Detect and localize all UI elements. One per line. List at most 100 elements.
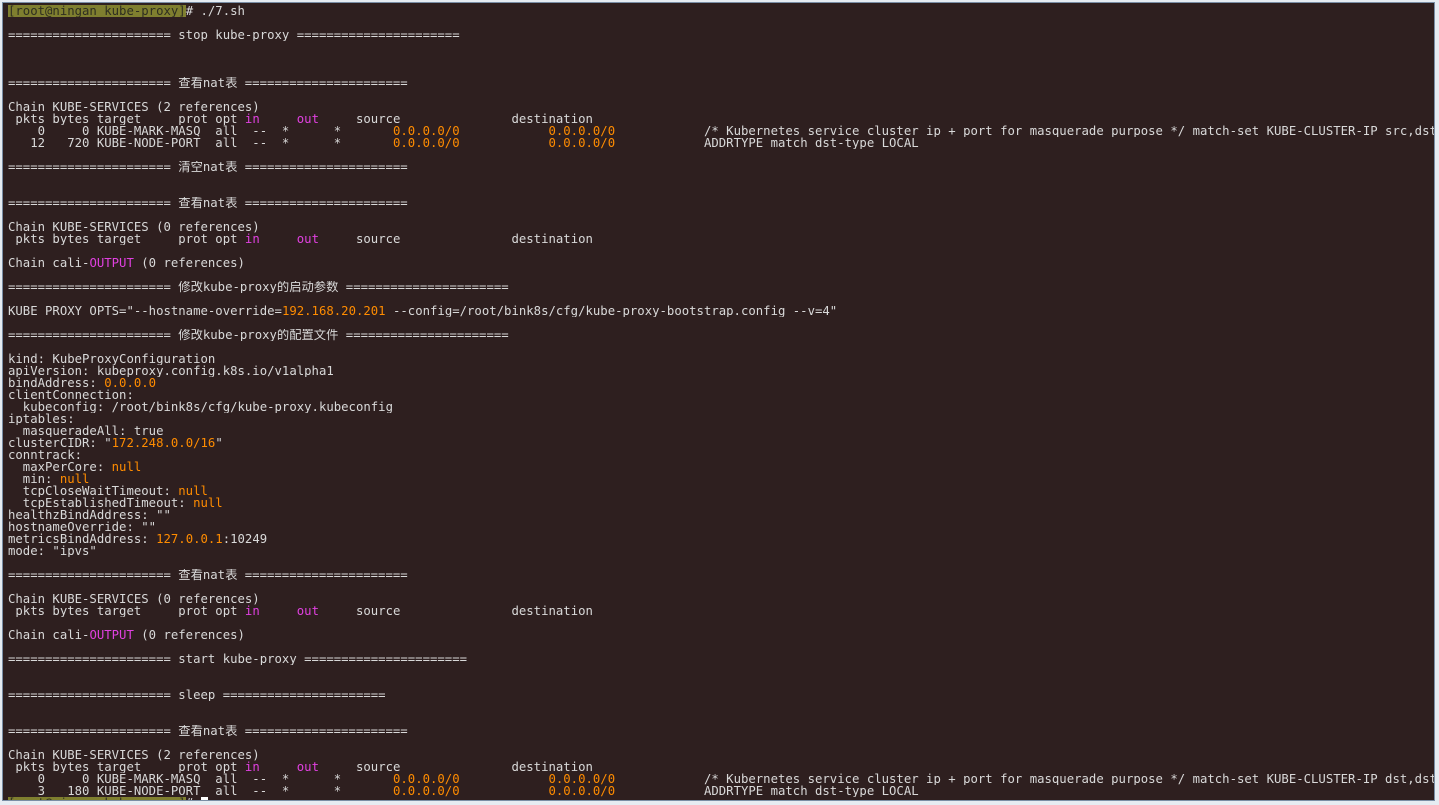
- terminal-text: min:: [8, 473, 60, 485]
- terminal-line: tcpCloseWaitTimeout: null: [8, 485, 1434, 497]
- terminal-line: pkts bytes target prot opt in out source…: [8, 113, 1434, 125]
- terminal-text: 0 0 KUBE-MARK-MASQ all -- * *: [8, 773, 393, 785]
- terminal-line: pkts bytes target prot opt in out source…: [8, 233, 1434, 245]
- terminal-line: ====================== start kube-proxy …: [8, 653, 1434, 665]
- terminal-line: ====================== 查看nat表 ==========…: [8, 77, 1434, 89]
- terminal-text: tcpEstablishedTimeout:: [8, 497, 194, 509]
- terminal-line: tcpEstablishedTimeout: null: [8, 497, 1434, 509]
- highlighted-keyword: out: [296, 605, 319, 617]
- highlighted-value: null: [193, 497, 223, 509]
- terminal-text: #: [186, 797, 201, 800]
- terminal-text: conntrack:: [8, 449, 83, 461]
- terminal-text: kubeconfig: /root/bink8s/cfg/kube-proxy.…: [8, 401, 393, 413]
- terminal-text: source destination: [318, 233, 593, 245]
- highlighted-value: 0.0.0.0/0: [392, 125, 460, 137]
- terminal-line: ====================== 清空nat表 ==========…: [8, 161, 1434, 173]
- terminal-text: ====================== 修改kube-proxy的启动参数…: [8, 281, 509, 293]
- terminal-text: 3 180 KUBE-NODE-PORT all -- * *: [8, 785, 393, 797]
- terminal-window[interactable]: [root@ningan kube-proxy]# ./7.sh ========…: [2, 2, 1435, 801]
- terminal-line: Chain KUBE-SERVICES (0 references): [8, 221, 1434, 233]
- terminal-text: ": [215, 437, 223, 449]
- terminal-line: ====================== 查看nat表 ==========…: [8, 197, 1434, 209]
- terminal-text: mode: "ipvs": [8, 545, 97, 557]
- terminal-line: apiVersion: kubeproxy.config.k8s.io/v1al…: [8, 365, 1434, 377]
- terminal-text: iptables:: [8, 413, 75, 425]
- terminal-text: tcpCloseWaitTimeout:: [8, 485, 179, 497]
- terminal-text: Chain cali-: [8, 629, 90, 641]
- highlighted-value: 0.0.0.0/0: [548, 137, 616, 149]
- terminal-text: /* Kubernetes service cluster ip + port …: [615, 125, 1434, 137]
- terminal-output: [root@ningan kube-proxy]# ./7.sh ========…: [8, 5, 1434, 800]
- terminal-text: # ./7.sh: [185, 5, 245, 17]
- terminal-line: min: null: [8, 473, 1434, 485]
- terminal-line: KUBE_PROXY_OPTS="--hostname-override=192…: [8, 305, 1434, 317]
- terminal-text: source destination: [318, 605, 593, 617]
- highlighted-value: 0.0.0.0/0: [392, 785, 460, 797]
- terminal-text: --config=/root/bink8s/cfg/kube-proxy-boo…: [385, 305, 838, 317]
- highlighted-value: null: [178, 485, 208, 497]
- highlighted-keyword: OUTPUT: [89, 629, 134, 641]
- terminal-line: Chain KUBE-SERVICES (2 references): [8, 101, 1434, 113]
- terminal-text: ====================== 清空nat表 ==========…: [8, 161, 408, 173]
- terminal-text: kind: KubeProxyConfiguration: [8, 353, 216, 365]
- highlighted-value: 127.0.0.1: [156, 533, 223, 545]
- terminal-line: hostnameOverride: "": [8, 521, 1434, 533]
- terminal-text: ====================== 查看nat表 ==========…: [8, 77, 408, 89]
- terminal-line: 0 0 KUBE-MARK-MASQ all -- * * 0.0.0.0/0 …: [8, 773, 1434, 785]
- highlighted-keyword: in: [244, 113, 260, 125]
- terminal-text: clientConnection:: [8, 389, 134, 401]
- terminal-text: 12 720 KUBE-NODE-PORT all -- * *: [8, 137, 393, 149]
- terminal-text: ====================== start kube-proxy …: [8, 653, 468, 665]
- terminal-line: maxPerCore: null: [8, 461, 1434, 473]
- terminal-line: ====================== 修改kube-proxy的启动参数…: [8, 281, 1434, 293]
- terminal-text: healthzBindAddress: "": [8, 509, 171, 521]
- terminal-line: metricsBindAddress: 127.0.0.1:10249: [8, 533, 1434, 545]
- terminal-text: :10249: [222, 533, 268, 545]
- terminal-line: kind: KubeProxyConfiguration: [8, 353, 1434, 365]
- highlighted-value: 0.0.0.0/0: [548, 785, 616, 797]
- terminal-line: ====================== 查看nat表 ==========…: [8, 569, 1434, 581]
- terminal-line: Chain cali-OUTPUT (0 references): [8, 257, 1434, 269]
- terminal-text: pkts bytes target prot opt: [8, 605, 245, 617]
- terminal-text: 0 0 KUBE-MARK-MASQ all -- * *: [8, 125, 393, 137]
- terminal-line: [root@ningan kube-proxy]#: [8, 797, 1434, 800]
- terminal-text: clusterCIDR: ": [8, 437, 112, 449]
- highlighted-keyword: OUTPUT: [89, 257, 134, 269]
- highlighted-value: 0.0.0.0/0: [392, 137, 460, 149]
- text-cursor: [200, 797, 208, 800]
- highlighted-keyword: in: [244, 761, 260, 773]
- highlighted-keyword: out: [296, 233, 319, 245]
- highlighted-value: null: [59, 473, 90, 485]
- highlighted-value: 0.0.0.0/0: [392, 773, 460, 785]
- terminal-text: (0 references): [133, 257, 245, 269]
- terminal-line: mode: "ipvs": [8, 545, 1434, 557]
- terminal-text: Chain KUBE-SERVICES (0 references): [8, 221, 260, 233]
- terminal-text: pkts bytes target prot opt: [8, 113, 245, 125]
- terminal-line: iptables:: [8, 413, 1434, 425]
- terminal-text: ====================== 查看nat表 ==========…: [8, 725, 408, 737]
- terminal-text: ADDRTYPE match dst-type LOCAL: [615, 137, 919, 149]
